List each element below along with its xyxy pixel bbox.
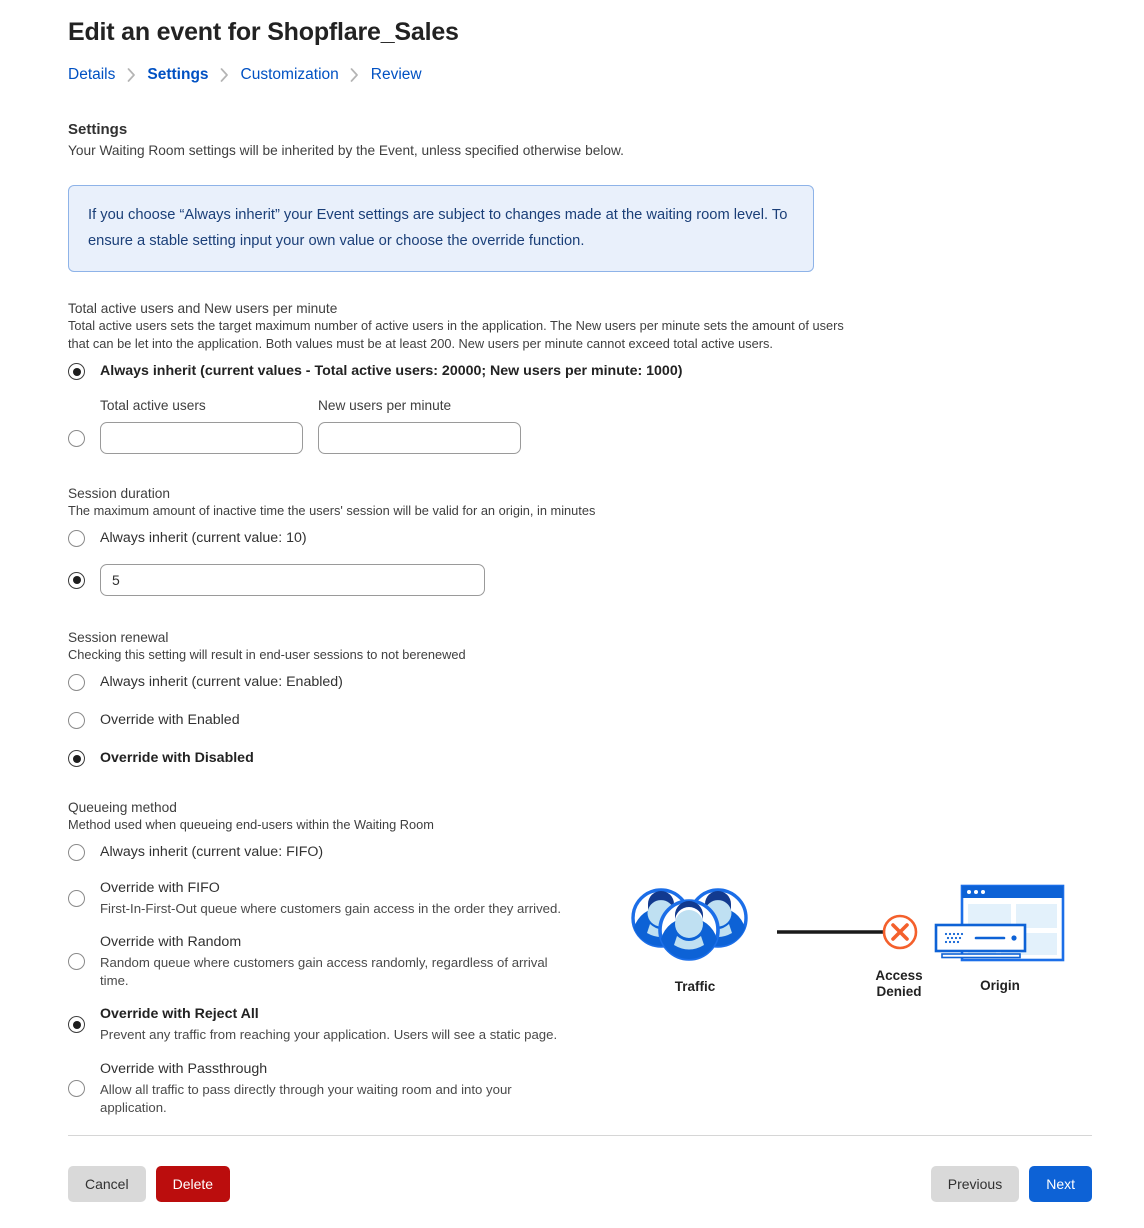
session-duration-inherit-option[interactable]: Always inherit (current value: 10) (68, 529, 1092, 547)
chevron-right-icon (339, 68, 371, 82)
page-title: Edit an event for Shopflare_Sales (68, 18, 459, 46)
settings-heading: Settings (68, 121, 128, 138)
session-renewal-option-label: Always inherit (current value: Enabled) (100, 674, 343, 690)
radio-icon-unchecked[interactable] (68, 1080, 85, 1097)
breadcrumb-item-settings[interactable]: Settings (147, 66, 208, 84)
queueing-option-reject-all[interactable]: Override with Reject All Prevent any tra… (68, 1005, 1092, 1044)
queueing-option-passthrough[interactable]: Override with Passthrough Allow all traf… (68, 1060, 1092, 1117)
session-duration-inherit-label: Always inherit (current value: 10) (100, 530, 307, 546)
access-denied-icon (882, 914, 918, 950)
traffic-label: Traffic (674, 979, 716, 994)
queueing-method-label: Queueing method (68, 800, 177, 815)
next-button[interactable]: Next (1029, 1166, 1092, 1202)
footer-actions: Cancel Delete Previous Next (68, 1166, 1092, 1202)
origin-label: Origin (980, 978, 1020, 993)
chevron-right-icon (209, 68, 241, 82)
session-renewal-option-disabled[interactable]: Override with Disabled (68, 749, 1092, 767)
queueing-option-sub: First-In-First-Out queue where customers… (100, 901, 562, 916)
radio-icon-unchecked[interactable] (68, 953, 85, 970)
session-renewal-option-inherit[interactable]: Always inherit (current value: Enabled) (68, 673, 1092, 691)
session-renewal-option-enabled[interactable]: Override with Enabled (68, 711, 1092, 729)
radio-icon-unchecked[interactable] (68, 674, 85, 691)
queueing-option-label: Override with Random (100, 934, 242, 950)
new-users-per-minute-field-caption: New users per minute (318, 398, 452, 413)
chevron-right-icon (115, 68, 147, 82)
queueing-option-sub: Prevent any traffic from reaching your a… (100, 1027, 558, 1042)
total-active-users-help: Total active users sets the target maxim… (68, 318, 844, 351)
settings-description: Your Waiting Room settings will be inher… (68, 143, 624, 158)
access-denied-label-line1: Access (875, 968, 923, 983)
radio-icon-checked[interactable] (68, 1016, 85, 1033)
radio-icon-checked[interactable] (68, 571, 85, 589)
session-duration-group: Session duration The maximum amount of i… (68, 486, 1092, 596)
queueing-option-sub: Random queue where customers gain access… (100, 955, 548, 988)
traffic-to-origin-diagram (631, 884, 1065, 962)
session-renewal-help: Checking this setting will result in end… (68, 647, 466, 662)
session-duration-input[interactable] (100, 564, 485, 596)
footer-divider (68, 1135, 1092, 1136)
queueing-option-label: Override with Reject All (100, 1006, 259, 1022)
session-renewal-option-label: Override with Enabled (100, 712, 240, 728)
total-active-users-input[interactable] (100, 422, 303, 454)
breadcrumb-item-review[interactable]: Review (371, 66, 422, 84)
radio-icon-unchecked[interactable] (68, 430, 85, 447)
queueing-option-inherit[interactable]: Always inherit (current value: FIFO) (68, 843, 1092, 861)
delete-button[interactable]: Delete (155, 1166, 231, 1202)
cancel-button[interactable]: Cancel (68, 1166, 146, 1202)
inherit-info-banner: If you choose “Always inherit” your Even… (68, 185, 814, 272)
session-renewal-group: Session renewal Checking this setting wi… (68, 630, 1092, 767)
session-renewal-label: Session renewal (68, 630, 169, 645)
access-denied-label-line2: Denied (876, 984, 922, 999)
session-renewal-option-label: Override with Disabled (100, 750, 254, 766)
total-active-users-inherit-option[interactable]: Always inherit (current values - Total a… (68, 362, 1092, 380)
radio-icon-unchecked[interactable] (68, 712, 85, 729)
total-active-users-label: Total active users and New users per min… (68, 301, 338, 316)
total-active-users-custom-option[interactable]: Total active users New users per minute (68, 398, 1092, 454)
session-duration-help: The maximum amount of inactive time the … (68, 503, 596, 518)
queueing-option-label: Always inherit (current value: FIFO) (100, 844, 324, 860)
radio-icon-unchecked[interactable] (68, 530, 85, 547)
breadcrumb-item-customization[interactable]: Customization (241, 66, 339, 84)
queueing-illustration: Traffic Access Denied Origin (612, 872, 1082, 1007)
radio-icon-unchecked[interactable] (68, 890, 85, 907)
previous-button[interactable]: Previous (930, 1166, 1020, 1202)
queueing-option-label: Override with FIFO (100, 880, 220, 896)
queueing-option-sub: Allow all traffic to pass directly throu… (100, 1082, 512, 1115)
new-users-per-minute-input[interactable] (318, 422, 521, 454)
total-active-users-field-caption: Total active users (100, 398, 206, 413)
breadcrumb-item-details[interactable]: Details (68, 66, 115, 84)
settings-section-header: Settings Your Waiting Room settings will… (68, 121, 1092, 160)
session-duration-custom-option[interactable] (68, 564, 1092, 596)
origin-icon (934, 884, 1065, 962)
queueing-option-label: Override with Passthrough (100, 1061, 268, 1077)
radio-icon-checked[interactable] (68, 363, 85, 380)
breadcrumb: Details Settings Customization Review (68, 66, 1092, 84)
total-active-users-group: Total active users and New users per min… (68, 301, 1092, 454)
traffic-icon (631, 888, 748, 961)
queueing-method-help: Method used when queueing end-users with… (68, 817, 434, 832)
edit-event-page: Edit an event for Shopflare_Sales Detail… (0, 0, 1144, 1228)
session-duration-label: Session duration (68, 486, 170, 501)
radio-icon-unchecked[interactable] (68, 844, 85, 861)
radio-icon-checked[interactable] (68, 750, 85, 767)
total-active-users-inherit-label: Always inherit (current values - Total a… (100, 363, 683, 379)
